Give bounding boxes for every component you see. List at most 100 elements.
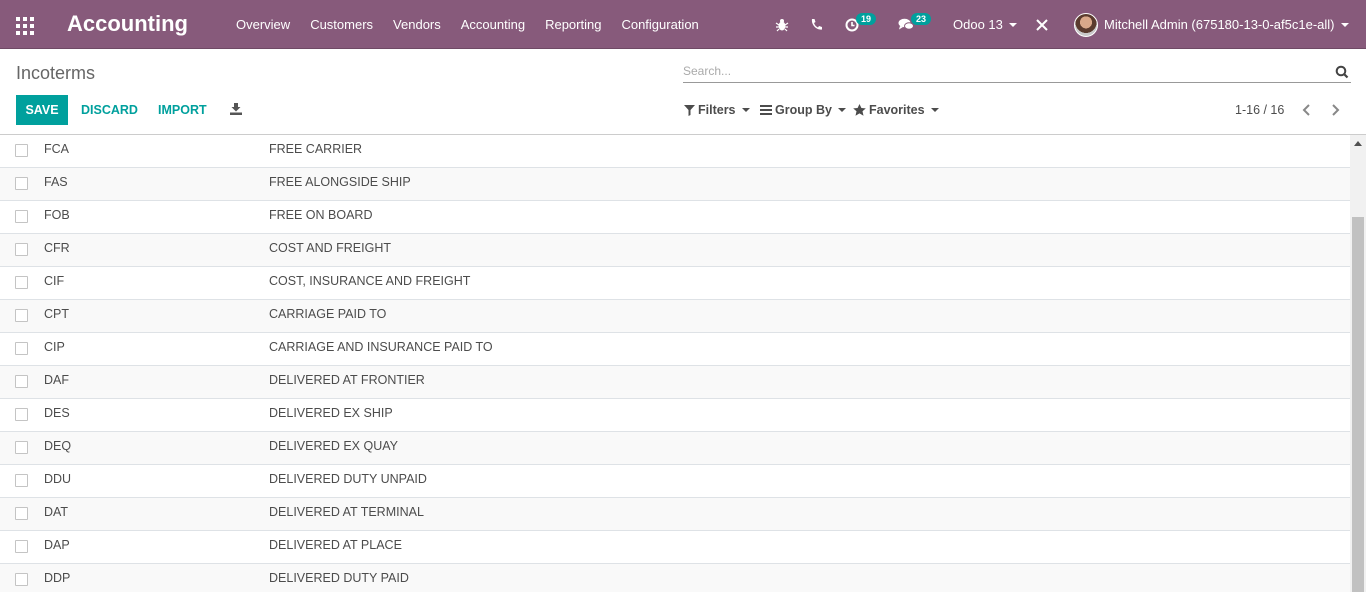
table-row[interactable]: CFR COST AND FREIGHT	[0, 234, 1350, 267]
row-name[interactable]: DELIVERED EX QUAY	[269, 432, 398, 460]
row-code[interactable]: DES	[44, 399, 70, 427]
row-name[interactable]: COST, INSURANCE AND FREIGHT	[269, 267, 470, 295]
row-name[interactable]: DELIVERED AT TERMINAL	[269, 498, 424, 526]
row-code[interactable]: DDP	[44, 564, 70, 592]
table-row[interactable]: DAT DELIVERED AT TERMINAL	[0, 498, 1350, 531]
row-checkbox[interactable]	[15, 309, 28, 322]
row-name[interactable]: DELIVERED AT PLACE	[269, 531, 402, 559]
list-bars-icon	[760, 105, 772, 115]
row-code[interactable]: CIP	[44, 333, 65, 361]
row-checkbox[interactable]	[15, 210, 28, 223]
row-name[interactable]: CARRIAGE PAID TO	[269, 300, 386, 328]
save-button[interactable]: SAVE	[16, 95, 68, 125]
row-name[interactable]: FREE CARRIER	[269, 135, 362, 163]
row-code[interactable]: CPT	[44, 300, 69, 328]
caret-down-icon	[1008, 22, 1017, 27]
row-checkbox[interactable]	[15, 177, 28, 190]
row-checkbox[interactable]	[15, 441, 28, 454]
apps-menu-icon[interactable]	[16, 17, 34, 35]
groupby-label: Group By	[775, 103, 832, 117]
search-icon[interactable]	[1335, 65, 1349, 79]
row-code[interactable]: DAP	[44, 531, 70, 559]
pager-next-icon[interactable]	[1327, 102, 1343, 118]
table-row[interactable]: CIF COST, INSURANCE AND FREIGHT	[0, 267, 1350, 300]
app-brand[interactable]: Accounting	[67, 11, 188, 37]
favorites-dropdown[interactable]: Favorites	[853, 95, 939, 125]
caret-down-icon	[837, 108, 846, 112]
pager-previous-icon[interactable]	[1299, 102, 1315, 118]
groupby-dropdown[interactable]: Group By	[760, 95, 846, 125]
row-code[interactable]: DEQ	[44, 432, 71, 460]
row-checkbox[interactable]	[15, 276, 28, 289]
download-icon[interactable]	[229, 102, 243, 116]
row-checkbox[interactable]	[15, 507, 28, 520]
vertical-scrollbar[interactable]	[1350, 135, 1366, 592]
menu-customers[interactable]: Customers	[300, 0, 383, 49]
row-code[interactable]: DAF	[44, 366, 69, 394]
table-row[interactable]: DAP DELIVERED AT PLACE	[0, 531, 1350, 564]
row-name[interactable]: DELIVERED AT FRONTIER	[269, 366, 425, 394]
import-button[interactable]: IMPORT	[158, 95, 207, 125]
avatar	[1074, 12, 1098, 37]
table-row[interactable]: DDU DELIVERED DUTY UNPAID	[0, 465, 1350, 498]
row-checkbox[interactable]	[15, 540, 28, 553]
favorites-label: Favorites	[869, 103, 925, 117]
table-row[interactable]: FOB FREE ON BOARD	[0, 201, 1350, 234]
control-panel: Incoterms SAVE DISCARD IMPORT Filters Gr…	[0, 49, 1366, 135]
activity-count-badge: 19	[856, 12, 877, 25]
row-name[interactable]: FREE ALONGSIDE SHIP	[269, 168, 411, 196]
scroll-up-arrow-icon[interactable]	[1354, 141, 1362, 146]
messages-icon[interactable]: 23	[898, 0, 932, 49]
menu-configuration[interactable]: Configuration	[611, 0, 708, 49]
caret-down-icon	[741, 108, 750, 112]
row-code[interactable]: CFR	[44, 234, 70, 262]
top-navbar: Accounting Overview Customers Vendors Ac…	[0, 0, 1366, 49]
row-code[interactable]: FCA	[44, 135, 69, 163]
tools-icon[interactable]	[1035, 0, 1049, 49]
row-name[interactable]: COST AND FREIGHT	[269, 234, 391, 262]
row-checkbox[interactable]	[15, 144, 28, 157]
row-checkbox[interactable]	[15, 573, 28, 586]
table-row[interactable]: DAF DELIVERED AT FRONTIER	[0, 366, 1350, 399]
row-checkbox[interactable]	[15, 342, 28, 355]
user-menu[interactable]: Mitchell Admin (675180-13-0-af5c1e-all)	[1074, 0, 1349, 49]
star-icon	[853, 104, 866, 116]
row-name[interactable]: DELIVERED DUTY PAID	[269, 564, 409, 592]
discard-button[interactable]: DISCARD	[81, 95, 138, 125]
table-row[interactable]: CIP CARRIAGE AND INSURANCE PAID TO	[0, 333, 1350, 366]
scrollbar-thumb[interactable]	[1352, 217, 1364, 592]
main-menu: Overview Customers Vendors Accounting Re…	[226, 0, 709, 49]
row-name[interactable]: CARRIAGE AND INSURANCE PAID TO	[269, 333, 493, 361]
row-checkbox[interactable]	[15, 408, 28, 421]
breadcrumb: Incoterms	[16, 63, 96, 83]
table-row[interactable]: CPT CARRIAGE PAID TO	[0, 300, 1350, 333]
row-checkbox[interactable]	[15, 243, 28, 256]
row-name[interactable]: DELIVERED EX SHIP	[269, 399, 393, 427]
row-name[interactable]: DELIVERED DUTY UNPAID	[269, 465, 427, 493]
search-bar	[683, 61, 1351, 83]
company-switcher[interactable]: Odoo 13	[953, 0, 1017, 49]
table-row[interactable]: DEQ DELIVERED EX QUAY	[0, 432, 1350, 465]
row-code[interactable]: DAT	[44, 498, 68, 526]
phone-icon[interactable]	[810, 0, 823, 49]
row-checkbox[interactable]	[15, 375, 28, 388]
row-code[interactable]: FAS	[44, 168, 68, 196]
menu-reporting[interactable]: Reporting	[535, 0, 611, 49]
table-row[interactable]: DDP DELIVERED DUTY PAID	[0, 564, 1350, 592]
row-code[interactable]: CIF	[44, 267, 64, 295]
row-code[interactable]: DDU	[44, 465, 71, 493]
table-row[interactable]: FAS FREE ALONGSIDE SHIP	[0, 168, 1350, 201]
menu-overview[interactable]: Overview	[226, 0, 300, 49]
table-row[interactable]: DES DELIVERED EX SHIP	[0, 399, 1350, 432]
menu-vendors[interactable]: Vendors	[383, 0, 451, 49]
activity-clock-icon[interactable]: 19	[845, 0, 877, 49]
row-name[interactable]: FREE ON BOARD	[269, 201, 373, 229]
pager-value[interactable]: 1-16 / 16	[1235, 95, 1284, 125]
table-row[interactable]: FCA FREE CARRIER	[0, 135, 1350, 168]
filters-dropdown[interactable]: Filters	[684, 95, 750, 125]
row-checkbox[interactable]	[15, 474, 28, 487]
row-code[interactable]: FOB	[44, 201, 70, 229]
menu-accounting[interactable]: Accounting	[451, 0, 535, 49]
debug-bug-icon[interactable]	[775, 0, 789, 49]
search-input[interactable]	[683, 61, 1323, 81]
